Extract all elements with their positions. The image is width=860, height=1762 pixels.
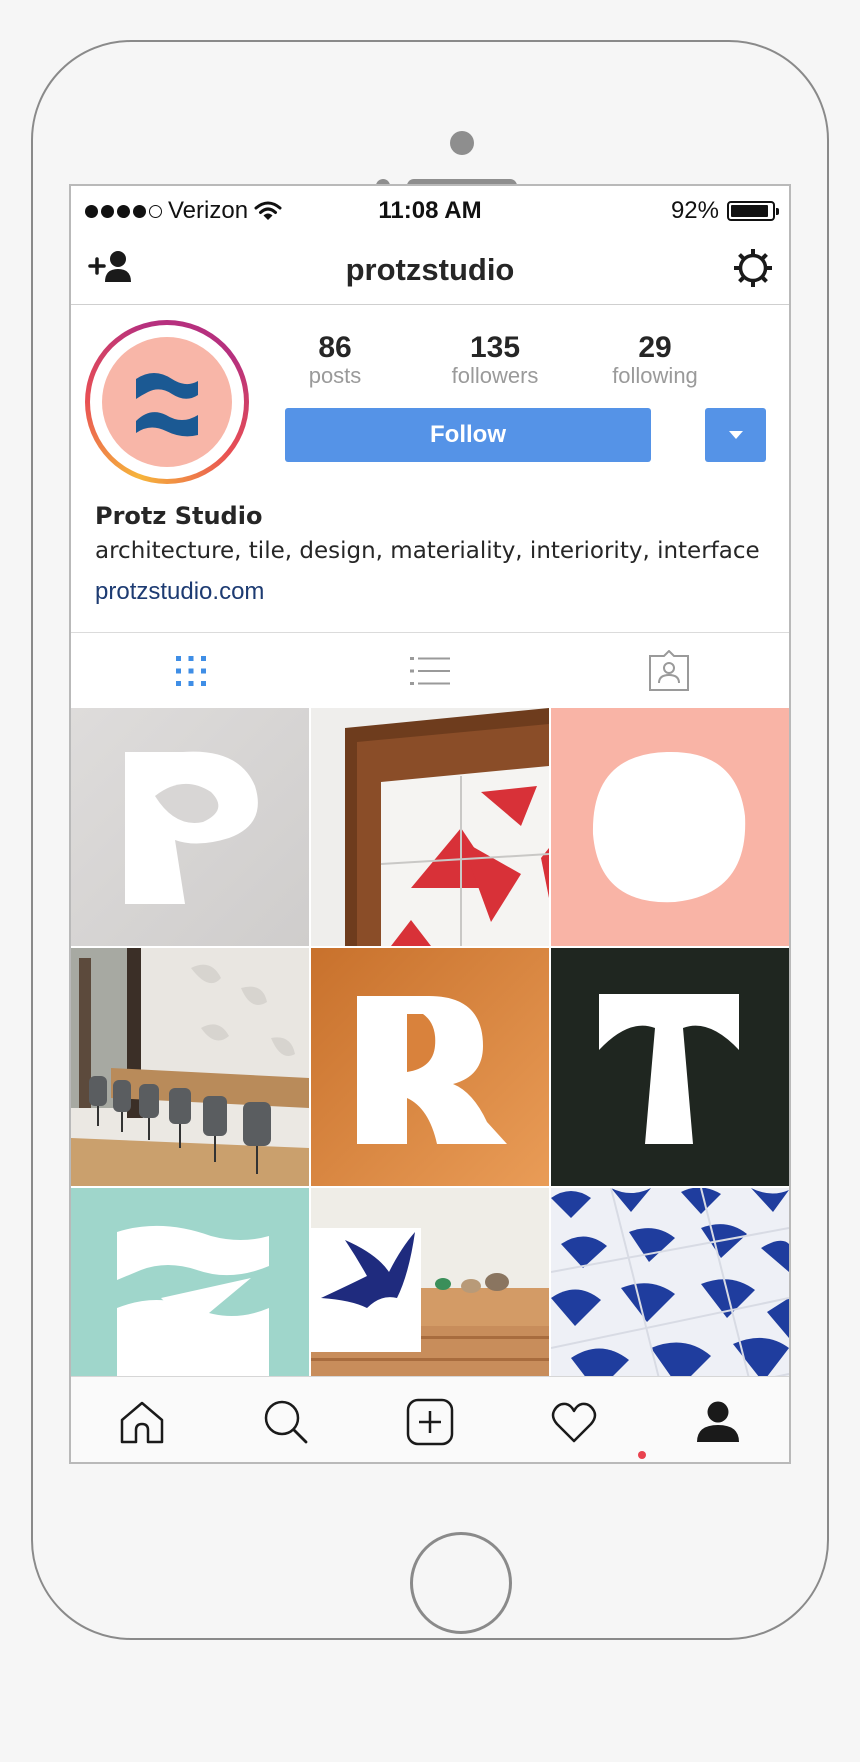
page-title: protzstudio (345, 252, 515, 287)
stat-label: followers (451, 363, 539, 388)
nav-bar: protzstudio (71, 232, 789, 305)
stat-followers[interactable]: 135 followers (425, 332, 565, 388)
tab-grid[interactable] (71, 633, 310, 709)
grid-photo-p[interactable] (71, 708, 309, 946)
stat-posts[interactable]: 86 posts (265, 332, 405, 388)
status-bar: Verizon 11:08 AM 92% (71, 186, 789, 232)
avatar[interactable] (85, 320, 249, 484)
bottom-tab-bar (71, 1376, 789, 1462)
profile-tabs (71, 632, 789, 709)
home-button[interactable] (410, 1532, 512, 1634)
new-post-icon[interactable] (405, 1397, 455, 1447)
grid-photo-t[interactable] (551, 948, 789, 1186)
battery-icon (727, 201, 779, 221)
grid-icon (175, 656, 206, 686)
stat-value: 29 (638, 331, 672, 364)
battery-percent: 92% (670, 197, 719, 224)
front-camera (450, 131, 474, 155)
profile-stats: 86 posts 135 followers 29 following (273, 332, 773, 392)
status-right: 92% (670, 197, 779, 225)
screen: Verizon 11:08 AM 92% protzstudio 86 post… (69, 184, 791, 1464)
settings-gear-icon[interactable] (733, 248, 773, 293)
follow-button[interactable]: Follow (285, 408, 651, 462)
photo-grid (71, 708, 789, 1426)
tab-tagged[interactable] (549, 633, 788, 709)
stat-following[interactable]: 29 following (585, 332, 725, 388)
stat-label: posts (308, 363, 362, 388)
notification-dot (638, 1451, 646, 1459)
tagged-photos-icon (648, 650, 689, 691)
activity-heart-icon[interactable] (549, 1397, 599, 1447)
profile-bio: architecture, tile, design, materiality,… (95, 538, 760, 564)
profile-icon[interactable] (693, 1397, 743, 1447)
grid-photo-cafe[interactable] (71, 948, 309, 1186)
tab-list[interactable] (310, 633, 549, 709)
grid-photo-r[interactable] (311, 948, 549, 1186)
caret-down-icon (728, 431, 743, 439)
profile-link[interactable]: protzstudio.com (95, 578, 264, 606)
stat-label: following (612, 363, 698, 388)
list-icon (409, 657, 450, 685)
home-icon[interactable] (117, 1397, 167, 1447)
profile-name: Protz Studio (95, 502, 263, 530)
stat-value: 86 (318, 331, 352, 364)
protz-logo (136, 373, 198, 437)
suggested-dropdown-button[interactable] (705, 408, 766, 462)
stat-value: 135 (469, 331, 521, 364)
grid-photo-tile-frame[interactable] (311, 708, 549, 946)
grid-photo-o[interactable] (551, 708, 789, 946)
search-icon[interactable] (261, 1397, 311, 1447)
